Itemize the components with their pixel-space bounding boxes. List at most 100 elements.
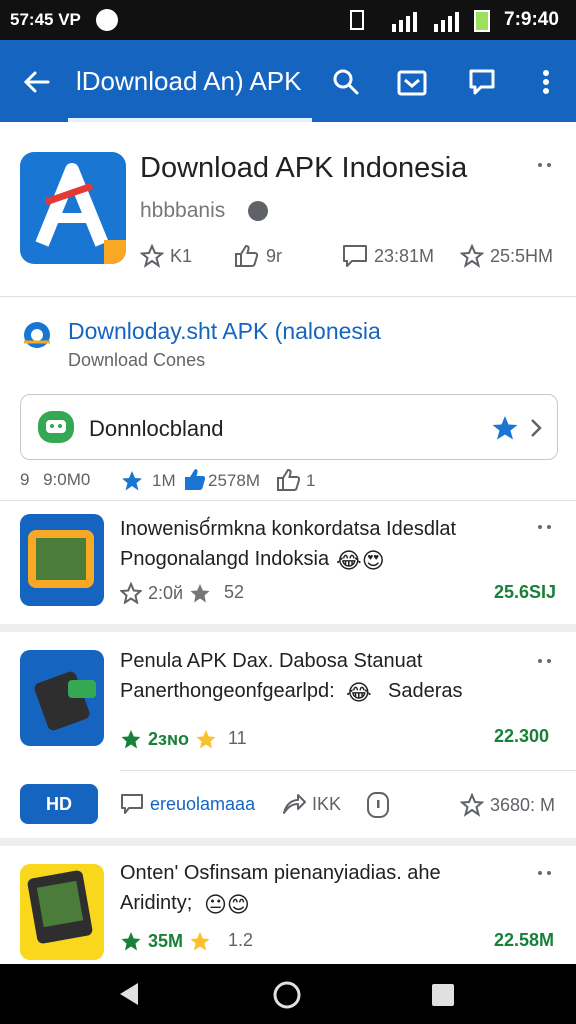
action-comment-label: ereuolamaaa xyxy=(150,793,256,814)
share-button[interactable]: IKK xyxy=(282,793,341,815)
app-menu-button[interactable] xyxy=(538,160,562,170)
back-triangle-icon[interactable] xyxy=(116,980,142,1008)
star-outline-icon xyxy=(140,244,164,268)
rating-value: K1 xyxy=(170,245,193,266)
item-2-size: 22.300 xyxy=(494,726,550,746)
thumbnail-badge xyxy=(68,680,96,698)
chevron-right-icon[interactable] xyxy=(529,417,543,439)
emoji-icon: 😐😊 xyxy=(204,892,250,917)
section-divider xyxy=(0,624,576,632)
star-outline-icon xyxy=(460,244,484,268)
home-circle-icon[interactable] xyxy=(272,980,302,1010)
share-label: IKK xyxy=(312,793,342,814)
star-outline-icon xyxy=(120,582,142,604)
more-options-button[interactable] xyxy=(526,62,566,102)
hd-button-label: HD xyxy=(46,793,72,814)
star-filled-icon xyxy=(121,730,141,749)
item-3-rating-value: 35M xyxy=(148,930,184,951)
notification-icon xyxy=(96,9,118,31)
app-developer[interactable]: hbbbanis xyxy=(140,199,225,223)
globe-icon xyxy=(248,201,268,221)
navigation-bar xyxy=(0,964,576,1024)
app-bar: lDownload An) APK xyxy=(0,40,576,122)
recents-square-icon[interactable] xyxy=(430,982,456,1008)
thumbs-up-filled-icon xyxy=(185,469,206,490)
star-filled-icon xyxy=(121,932,141,951)
item-3-title-line-1[interactable]: Onten' Osfinsam pienanyiadias. ahe xyxy=(120,862,441,885)
reviews-stat: 23:81M xyxy=(342,244,434,268)
search-icon xyxy=(333,69,359,95)
action-comment-link[interactable]: ereuolamaaa xyxy=(120,793,255,815)
item-1-size: 25.6SIJ xyxy=(494,582,557,602)
item-menu-button[interactable] xyxy=(538,522,562,532)
item-thumbnail[interactable] xyxy=(20,514,104,606)
item-2-title-line-1[interactable]: Penula APK Dax. Dabosa Stanuat xyxy=(120,650,422,673)
item-3-count: 1.2 xyxy=(228,930,254,950)
item-thumbnail[interactable] xyxy=(20,650,104,746)
thumbnail-photo xyxy=(36,538,86,580)
item-3-rating: 35M xyxy=(120,930,211,952)
divider xyxy=(120,770,576,771)
emoji-icon: 😂 xyxy=(346,680,372,705)
item-menu-button[interactable] xyxy=(538,656,562,666)
back-button[interactable] xyxy=(16,62,56,102)
action-size-value: 3680: M xyxy=(490,794,556,815)
item-3-title-line-2[interactable]: Aridinty; xyxy=(120,892,192,915)
item-2-rating: 2ɜɴo xyxy=(120,728,217,750)
app-bar-title[interactable]: lDownload An) APK xyxy=(76,66,301,97)
battery-icon xyxy=(474,10,490,32)
summary-a: 9 9:0M0 xyxy=(20,470,91,489)
item-2-title-line-2[interactable]: Panerthongeonfgearlpd: xyxy=(120,680,335,703)
app-icon xyxy=(20,152,126,264)
item-3-size: 22.58M xyxy=(494,930,555,950)
summary-d: 1 xyxy=(306,471,316,490)
thumbs-up-icon xyxy=(235,244,259,267)
app-name: Download APK Indonesia xyxy=(140,152,468,184)
status-bar: 57:45 VP 7:9:40 xyxy=(0,0,576,40)
chat-app-icon xyxy=(38,411,74,443)
item-1-title-line-2[interactable]: Pnogonalangd Indoksia xyxy=(120,548,329,571)
item-menu-button[interactable] xyxy=(538,868,562,878)
item-1-rating: 2:0й xyxy=(120,582,211,604)
inbox-button[interactable] xyxy=(392,62,432,102)
status-time: 7:9:40 xyxy=(504,9,559,30)
item-2-title-line-2b[interactable]: Saderas xyxy=(388,680,463,703)
item-1-title-line-1[interactable]: Inowenisб́rmkna konkordatsa Idesdlat xyxy=(120,518,456,541)
divider xyxy=(0,500,576,501)
thumbs-up-icon xyxy=(277,468,300,491)
likes-stat: 9r xyxy=(234,244,282,268)
summary-stat-1: 9 9:0M0 xyxy=(20,470,90,490)
item-2-rating-value: 2ɜɴo xyxy=(148,728,190,749)
star-filled-icon xyxy=(196,730,216,749)
item-1-count: 52 xyxy=(224,582,245,602)
item-2-count: 11 xyxy=(228,728,247,748)
star-filled-icon xyxy=(190,584,210,603)
star-filled-icon xyxy=(190,932,210,951)
reviews-value: 23:81M xyxy=(374,245,435,266)
rating-stat: K1 xyxy=(140,244,192,268)
info-icon[interactable] xyxy=(366,791,390,819)
tab-indicator xyxy=(68,118,312,122)
section-divider xyxy=(0,838,576,846)
search-bar[interactable]: Donnlocbland xyxy=(20,394,558,460)
chat-icon xyxy=(469,69,495,95)
chat-button[interactable] xyxy=(462,62,502,102)
downloads-value: 25:5HM xyxy=(490,245,554,266)
divider xyxy=(0,296,576,297)
search-button[interactable] xyxy=(326,62,366,102)
app-logo-icon xyxy=(35,163,126,264)
item-thumbnail[interactable] xyxy=(20,864,104,960)
comment-icon xyxy=(343,245,367,267)
comment-icon xyxy=(121,794,143,814)
cloud-icon xyxy=(24,322,50,348)
emoji-icon: 😂😍 xyxy=(336,548,385,573)
star-filled-icon[interactable] xyxy=(491,415,519,441)
hd-button[interactable]: HD xyxy=(20,784,98,824)
item-1-rating-value: 2:0й xyxy=(148,582,184,603)
promo-title[interactable]: Downloday.sht APK (nalonesia xyxy=(68,318,381,345)
thumbnail-screen xyxy=(36,880,84,928)
search-value: Donnlocbland xyxy=(89,416,224,441)
action-size-stat: 3680: M xyxy=(460,793,555,817)
summary-c: 2578M xyxy=(208,471,260,490)
more-vert-icon xyxy=(543,70,549,94)
